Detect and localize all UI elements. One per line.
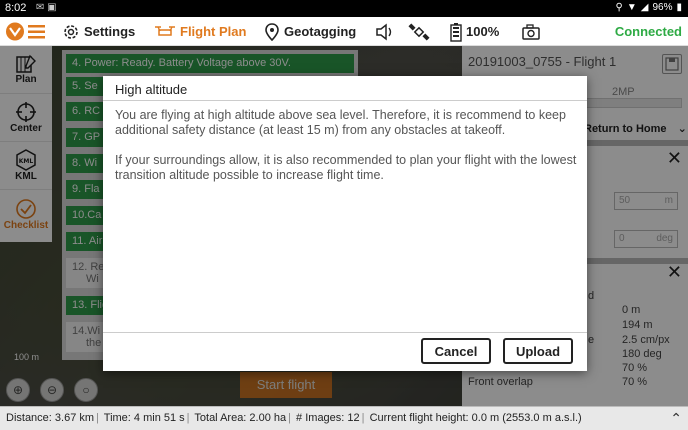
time-stat: Time: 4 min 51 s [103,412,185,424]
chevron-up-icon[interactable]: ⌃ [670,410,682,427]
flight-plan-label: Flight Plan [180,24,247,39]
dialog-paragraph: You are flying at high altitude above se… [115,108,566,137]
images-stat: # Images: 12 [296,412,360,424]
dialog-body: You are flying at high altitude above se… [115,108,577,198]
wifi-icon: ▼ [626,2,637,13]
satellite-button[interactable] [408,17,430,46]
camera-icon [522,23,540,40]
flight-stats-bar: Distance: 3.67 km | Time: 4 min 51 s | Tot… [0,406,688,430]
android-status-bar: 8:02 ✉ ▣ ⚲ ▼ ◢ 96% ▮ [0,0,688,17]
geotagging-label: Geotagging [284,24,357,39]
drone-battery-label: 100% [466,24,500,39]
speaker-button[interactable] [375,17,395,46]
gear-icon [64,24,78,39]
map-pin-icon [265,22,279,41]
battery-percent: 96% [652,2,673,13]
settings-tab[interactable]: Settings [62,17,135,46]
dialog-title: High altitude [115,82,188,97]
connection-status: Connected [614,24,682,39]
height-stat: Current flight height: 0.0 m (2553.0 m a… [369,412,582,424]
geotagging-tab[interactable]: Geotagging [264,17,356,46]
satellite-icon [408,22,430,41]
flight-plan-tab[interactable]: Flight Plan [154,17,246,46]
battery-icon [450,22,462,42]
upload-button[interactable]: Upload [503,338,573,364]
status-right: ⚲ ▼ ◢ 96% ▮ [616,2,682,13]
drone-icon [155,25,175,36]
drone-battery: 100% [450,17,499,46]
distance-stat: Distance: 3.67 km [6,412,95,424]
dialog-paragraph: If your surroundings allow, it is also r… [115,153,577,182]
notification-icons: ✉ ▣ [36,2,57,13]
cancel-button[interactable]: Cancel [421,338,491,364]
dialog-divider [103,100,587,101]
app-logo-menu[interactable] [4,20,48,43]
location-icon: ⚲ [615,2,623,13]
top-toolbar: Settings Flight Plan Geotagging 100% Con… [0,17,688,46]
settings-label: Settings [84,24,136,39]
dialog-divider [103,332,587,333]
battery-icon: ▮ [676,2,682,13]
signal-icon: ◢ [640,2,649,13]
area-stat: Total Area: 2.00 ha [194,412,287,424]
camera-button[interactable] [521,17,541,46]
speaker-icon [376,22,392,41]
high-altitude-dialog: High altitude You are flying at high alt… [103,76,587,371]
status-time: 8:02 [5,2,27,14]
